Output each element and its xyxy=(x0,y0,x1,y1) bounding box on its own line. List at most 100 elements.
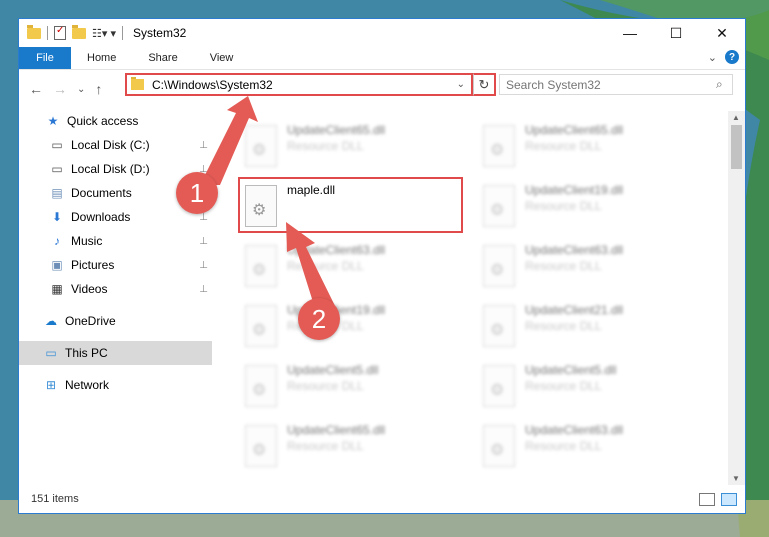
dll-file-icon xyxy=(483,365,515,407)
recent-locations-icon[interactable]: ⌄ xyxy=(77,84,85,97)
file-item[interactable]: UpdateClient63.dll Resource DLL xyxy=(239,239,467,291)
file-type: Resource DLL xyxy=(525,259,602,273)
large-icons-view-icon[interactable] xyxy=(721,492,737,506)
help-icon[interactable]: ? xyxy=(725,50,739,64)
file-item[interactable]: UpdateClient19.dll Resource DLL xyxy=(477,179,705,231)
file-type: Resource DLL xyxy=(287,259,364,273)
sidebar-item-label: Downloads xyxy=(71,210,131,224)
file-type: Resource DLL xyxy=(525,439,602,453)
dll-file-icon xyxy=(483,125,515,167)
file-item[interactable]: UpdateClient65.dll Resource DLL xyxy=(477,119,705,171)
sidebar-item-music[interactable]: ♪ Music ⊥ xyxy=(19,229,212,253)
ribbon-tabs: File Home Share View ⌄ ? xyxy=(19,47,745,70)
ribbon-controls: ⌄ ? xyxy=(708,50,739,64)
dll-file-icon xyxy=(483,185,515,227)
file-item[interactable]: UpdateClient5.dll Resource DLL xyxy=(239,359,467,411)
sidebar-item-onedrive[interactable]: ☁ OneDrive xyxy=(19,309,212,333)
sidebar-item-videos[interactable]: ▦ Videos ⊥ xyxy=(19,277,212,301)
sidebar-item-this-pc[interactable]: ▭ This PC xyxy=(19,341,212,365)
file-name: UpdateClient65.dll xyxy=(287,423,386,437)
step-2-badge: 2 xyxy=(298,298,340,340)
sidebar-item-quick-access[interactable]: ★ Quick access xyxy=(19,109,212,133)
scroll-down-icon[interactable]: ▼ xyxy=(732,474,740,483)
file-item[interactable]: UpdateClient19.dll Resource DLL xyxy=(239,299,467,351)
title-bar: ☷▾ ▾ System32 — ☐ ✕ xyxy=(19,19,745,47)
maximize-button[interactable]: ☐ xyxy=(653,19,699,47)
forward-icon[interactable]: → xyxy=(53,81,67,97)
address-dropdown-icon[interactable]: ⌄ xyxy=(457,79,465,90)
search-input[interactable] xyxy=(500,76,716,93)
folder-icon[interactable] xyxy=(27,24,41,39)
documents-icon: ▤ xyxy=(51,186,63,200)
file-name: UpdateClient65.dll xyxy=(287,123,386,137)
pin-icon: ⊥ xyxy=(199,235,208,247)
file-item[interactable]: UpdateClient65.dll Resource DLL xyxy=(239,119,467,171)
properties-icon[interactable] xyxy=(54,25,66,40)
file-item[interactable]: UpdateClient21.dll Resource DLL xyxy=(477,299,705,351)
sidebar-item-label: Videos xyxy=(71,282,108,296)
tab-file[interactable]: File xyxy=(19,47,71,69)
tab-share[interactable]: Share xyxy=(132,47,193,69)
pin-icon: ⊥ xyxy=(199,259,208,271)
refresh-button[interactable]: ↻ xyxy=(473,73,496,96)
scroll-up-icon[interactable]: ▲ xyxy=(732,113,740,122)
tab-view[interactable]: View xyxy=(194,47,250,69)
dll-file-icon xyxy=(245,125,277,167)
file-item[interactable]: UpdateClient63.dll Resource DLL xyxy=(477,419,705,471)
computer-icon: ▭ xyxy=(45,346,57,360)
status-bar: 151 items xyxy=(19,485,745,513)
folder-icon xyxy=(131,77,144,90)
file-list: UpdateClient65.dll Resource DLL UpdateCl… xyxy=(215,111,729,485)
sidebar-item-label: Pictures xyxy=(71,258,115,272)
star-icon: ★ xyxy=(47,114,59,128)
scrollbar-thumb[interactable] xyxy=(731,125,742,169)
file-name: UpdateClient63.dll xyxy=(287,243,386,257)
file-explorer-window: ☷▾ ▾ System32 — ☐ ✕ File Home Share View… xyxy=(18,18,746,514)
navigation-pane: ★ Quick access ▭ Local Disk (C:) ⊥ ▭ Loc… xyxy=(19,111,212,485)
search-box[interactable]: ⌕ xyxy=(499,74,733,95)
file-name: UpdateClient19.dll xyxy=(525,183,624,197)
up-icon[interactable]: ↑ xyxy=(95,81,102,97)
sidebar-item-label: Quick access xyxy=(67,114,139,128)
pictures-icon: ▣ xyxy=(51,258,63,272)
address-row: ← → ⌄ ↑ C:\Windows\System32 ⌄ ↻ ⌕ xyxy=(19,70,745,110)
file-item[interactable]: UpdateClient65.dll Resource DLL xyxy=(239,419,467,471)
dll-file-icon xyxy=(483,305,515,347)
file-type: Resource DLL xyxy=(287,139,364,153)
file-name: UpdateClient21.dll xyxy=(525,303,624,317)
minimize-button[interactable]: — xyxy=(607,19,653,47)
divider xyxy=(121,26,123,40)
file-name: UpdateClient63.dll xyxy=(525,423,624,437)
address-path[interactable]: C:\Windows\System32 xyxy=(152,78,457,92)
customize-toolbar-icon[interactable]: ☷▾ ▾ xyxy=(92,27,116,40)
vertical-scrollbar[interactable]: ▲ ▼ xyxy=(728,111,745,485)
dll-file-icon xyxy=(483,245,515,287)
file-type: Resource DLL xyxy=(287,379,364,393)
search-icon: ⌕ xyxy=(716,77,723,91)
window-controls: — ☐ ✕ xyxy=(607,19,745,47)
sidebar-item-pictures[interactable]: ▣ Pictures ⊥ xyxy=(19,253,212,277)
sidebar-item-label: Network xyxy=(65,378,110,392)
tab-home[interactable]: Home xyxy=(71,47,132,69)
file-name: UpdateClient65.dll xyxy=(525,123,624,137)
file-name: UpdateClient5.dll xyxy=(525,363,617,377)
view-toggle xyxy=(699,492,737,506)
file-type: Resource DLL xyxy=(525,379,602,393)
close-button[interactable]: ✕ xyxy=(699,19,745,47)
file-item[interactable]: UpdateClient5.dll Resource DLL xyxy=(477,359,705,411)
pin-icon: ⊥ xyxy=(199,139,208,151)
file-type: Resource DLL xyxy=(525,199,602,213)
back-icon[interactable]: ← xyxy=(29,81,43,97)
file-name: UpdateClient5.dll xyxy=(287,363,379,377)
sidebar-item-network[interactable]: ⊞ Network xyxy=(19,373,212,397)
sidebar-item-local-disk-c[interactable]: ▭ Local Disk (C:) ⊥ xyxy=(19,133,212,157)
sidebar-item-label: Local Disk (C:) xyxy=(71,138,150,152)
new-folder-icon[interactable] xyxy=(72,24,86,39)
pin-icon: ⊥ xyxy=(199,283,208,295)
details-view-icon[interactable] xyxy=(699,492,715,506)
address-bar[interactable]: C:\Windows\System32 ⌄ xyxy=(125,73,473,96)
file-item[interactable]: UpdateClient63.dll Resource DLL xyxy=(477,239,705,291)
expand-ribbon-icon[interactable]: ⌄ xyxy=(708,51,717,64)
music-icon: ♪ xyxy=(54,234,60,248)
sidebar-item-label: This PC xyxy=(65,346,108,360)
